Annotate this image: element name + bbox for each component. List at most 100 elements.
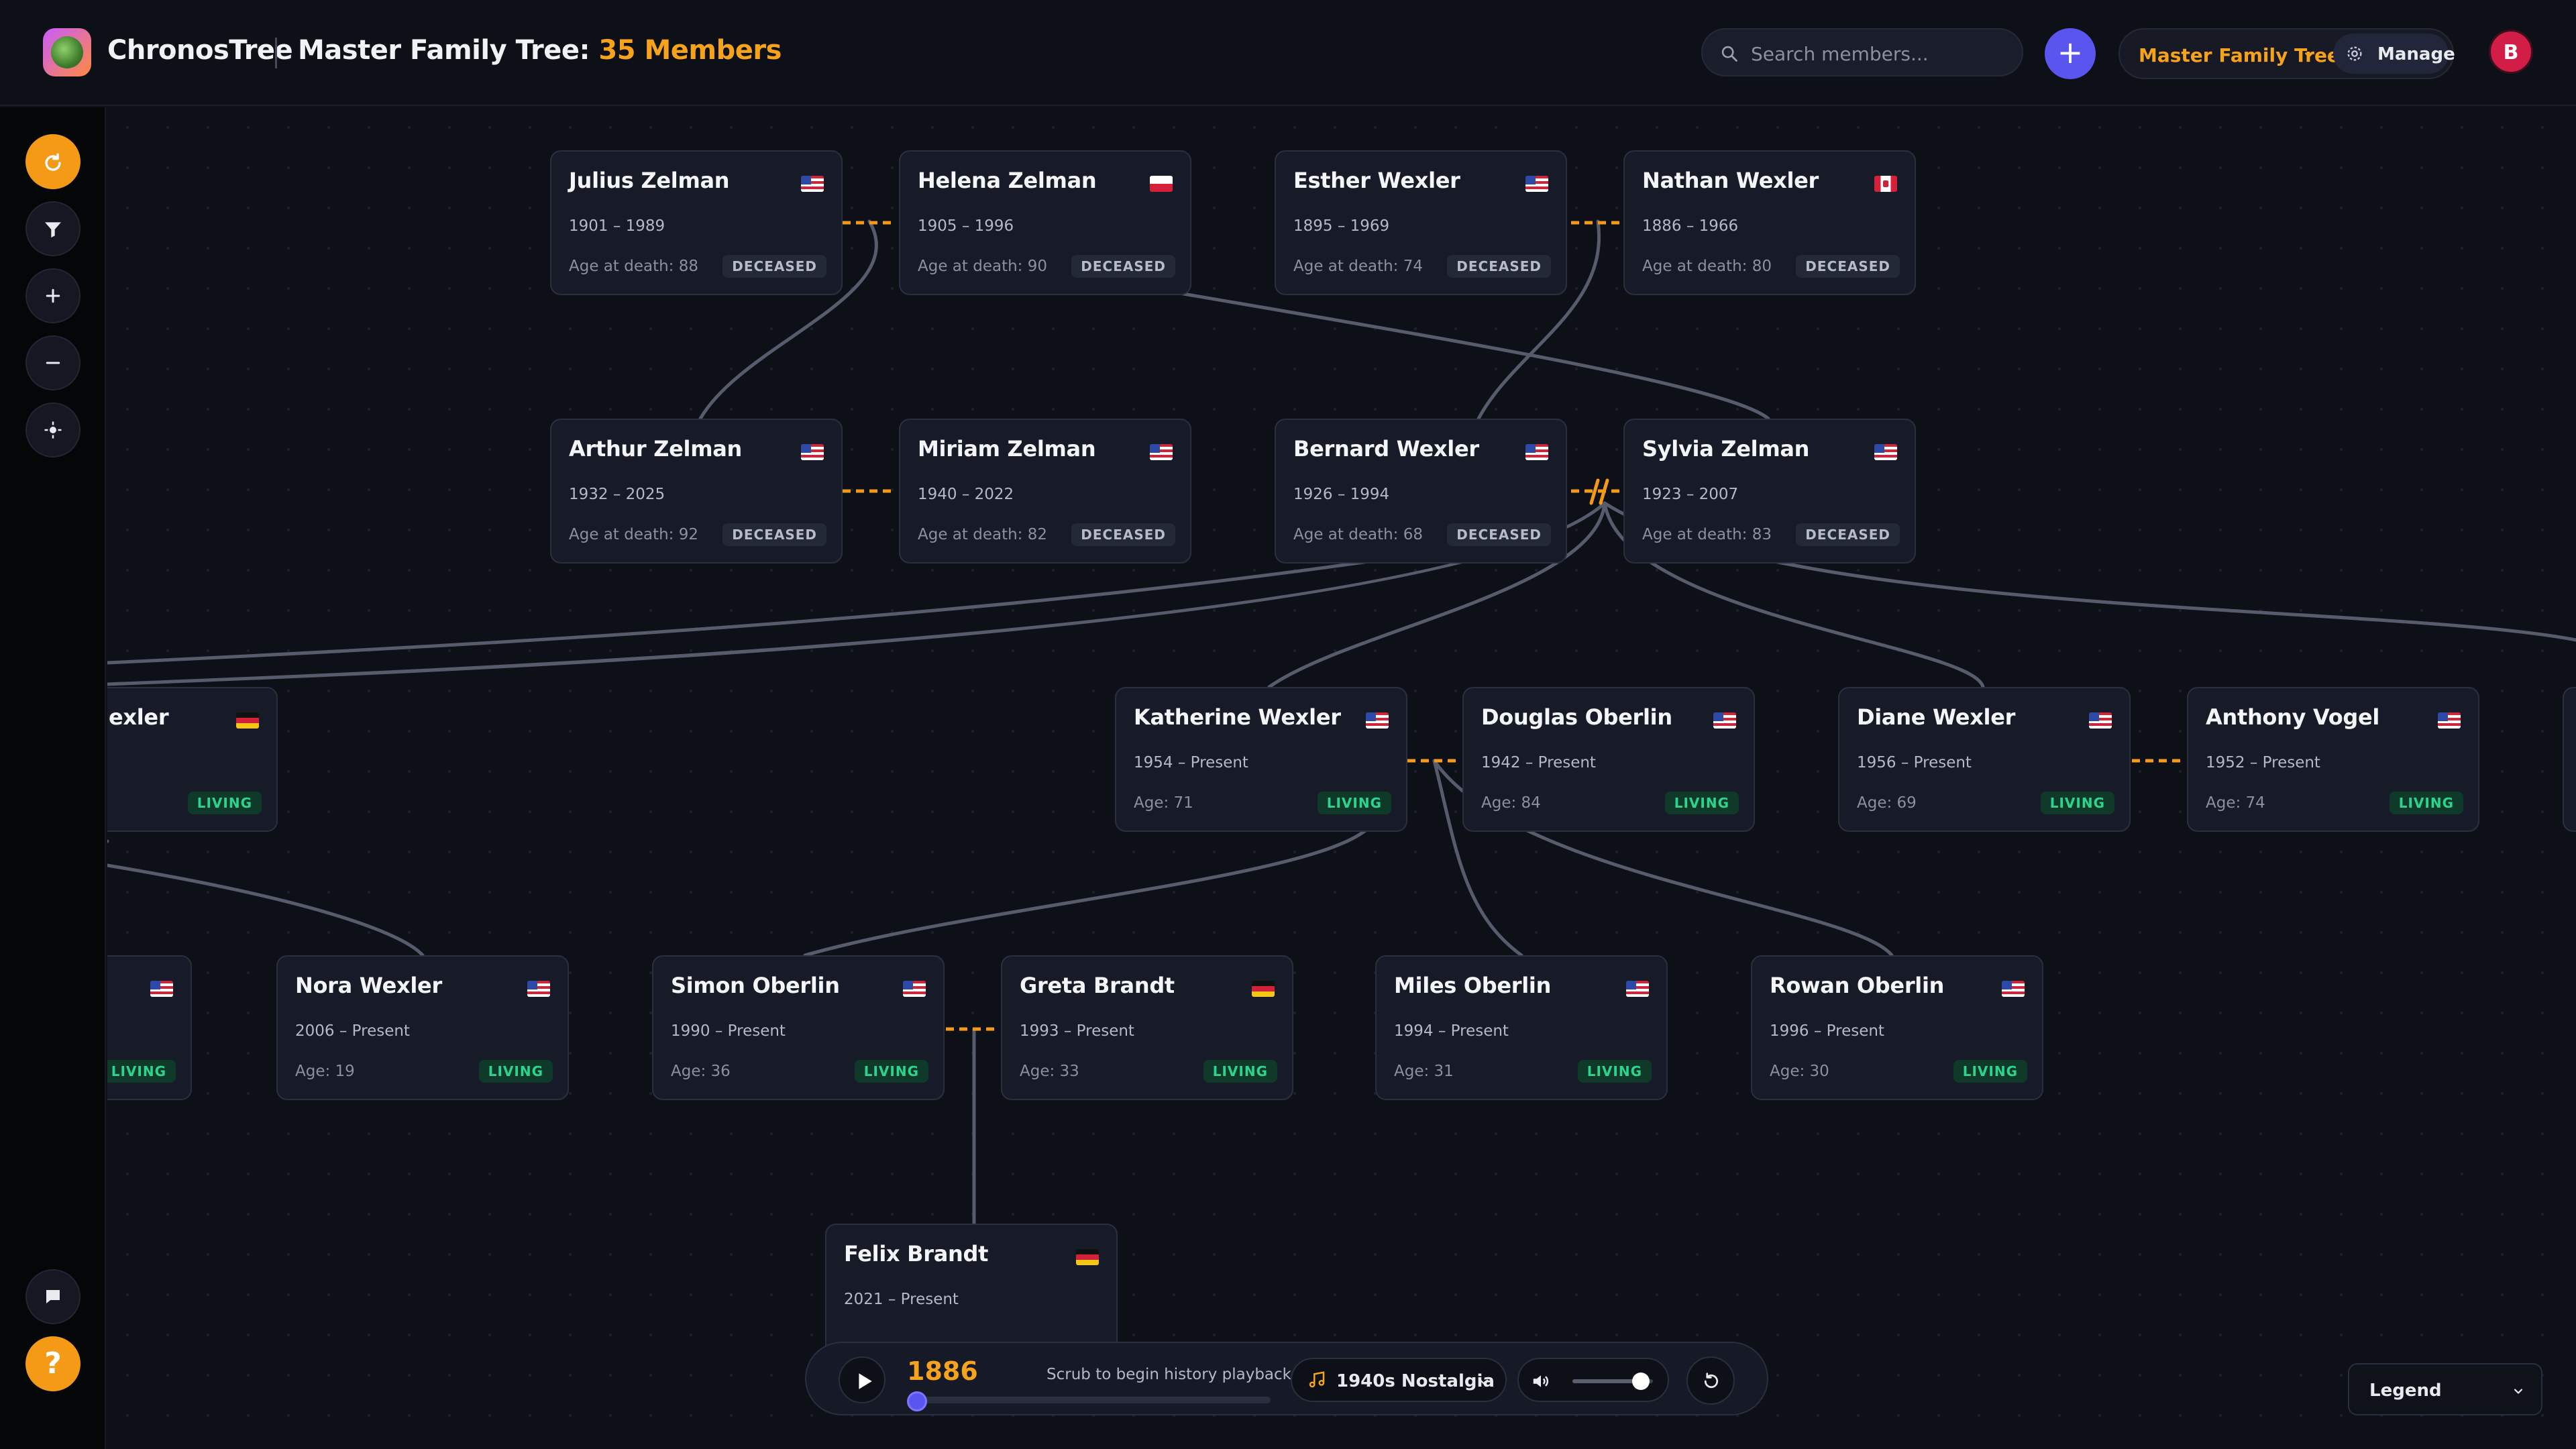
flag-us-icon: [1874, 444, 1897, 460]
member-years: 1901 – 1989: [569, 217, 665, 235]
history-playback-bar: 1886 Scrub to begin history playback 194…: [805, 1342, 1768, 1415]
current-year: 1886: [907, 1356, 978, 1386]
flag-us-icon: [2438, 712, 2461, 729]
status-badge: DECEASED: [722, 523, 826, 546]
zoom-in-button[interactable]: [25, 268, 80, 323]
member-card[interactable]: Esther Wexler 1895 – 1969 Age at death: …: [1275, 150, 1567, 295]
help-button[interactable]: ?: [25, 1336, 80, 1391]
flag-us-icon: [1626, 981, 1649, 997]
status-badge: LIVING: [2040, 792, 2114, 814]
member-card[interactable]: Anthony Vogel 1952 – Present Age: 74 LIV…: [2187, 687, 2479, 832]
legend-toggle[interactable]: Legend: [2348, 1363, 2542, 1415]
member-card[interactable]: Nora Wexler 2006 – Present Age: 19 LIVIN…: [276, 955, 569, 1100]
status-badge: LIVING: [187, 792, 262, 814]
flag-us-icon: [903, 981, 926, 997]
filter-icon: [45, 222, 61, 237]
plus-icon: [46, 288, 60, 303]
member-name: Miles Oberlin: [1394, 973, 1552, 998]
member-age: Age: 74: [2206, 794, 2265, 812]
tree-selector[interactable]: Master Family Tree Manage: [2118, 28, 2455, 79]
chevron-down-icon: [2514, 1389, 2523, 1394]
status-badge: LIVING: [1203, 1060, 1277, 1083]
member-age: Age: 36: [671, 1063, 731, 1080]
flag-de-icon: [236, 712, 259, 729]
user-avatar[interactable]: B: [2489, 30, 2533, 74]
member-card[interactable]: Miles Oberlin 1994 – Present Age: 31 LIV…: [1375, 955, 1668, 1100]
member-card[interactable]: Miriam Zelman 1940 – 2022 Age at death: …: [899, 419, 1191, 564]
scrub-hint: Scrub to begin history playback: [1046, 1366, 1291, 1383]
member-years: 1994 – Present: [1394, 1022, 1509, 1040]
parent-child-link: [803, 826, 1371, 957]
member-years: 1940 – 2022: [918, 486, 1014, 503]
member-card[interactable]: Nathan Wexler 1886 – 1966 Age at death: …: [1623, 150, 1916, 295]
speaker-icon[interactable]: [1531, 1371, 1551, 1391]
refresh-button[interactable]: [25, 134, 80, 189]
flag-us-icon: [2089, 712, 2112, 729]
volume-knob[interactable]: [1632, 1373, 1650, 1390]
member-card[interactable]: Julius Zelman 1901 – 1989 Age at death: …: [550, 150, 843, 295]
filter-button[interactable]: [25, 201, 80, 256]
member-card[interactable]: Diane Wexler 1956 – Present Age: 69 LIVI…: [1838, 687, 2131, 832]
timeline-scrubber[interactable]: [912, 1397, 1271, 1403]
member-years: 1905 – 1996: [918, 217, 1014, 235]
music-selector[interactable]: 1940s Nostalgia: [1291, 1358, 1507, 1402]
parent-child-link: [107, 863, 425, 957]
member-age: Age at death: 88: [569, 258, 698, 275]
status-badge: LIVING: [1317, 792, 1391, 814]
chat-icon: [46, 1290, 60, 1303]
member-card[interactable]: Bernard Wexler 1926 – 1994 Age at death:…: [1275, 419, 1567, 564]
recenter-button[interactable]: [25, 402, 80, 458]
zoom-out-button[interactable]: [25, 335, 80, 390]
member-years: 2006 – Present: [295, 1022, 410, 1040]
search-box[interactable]: [1701, 28, 2023, 76]
member-name: Anthony Vogel: [2206, 704, 2380, 730]
member-years: 1952 – Present: [2206, 754, 2320, 771]
member-age: Age at death: 80: [1642, 258, 1772, 275]
member-card[interactable]: Simon Oberlin 1990 – Present Age: 36 LIV…: [652, 955, 945, 1100]
chevron-down-icon: [2304, 52, 2314, 58]
status-badge: DECEASED: [1796, 523, 1900, 546]
search-icon: [1721, 46, 1737, 62]
tool-sidebar: ?: [0, 107, 106, 1449]
manage-button[interactable]: Manage: [2333, 34, 2455, 74]
member-card[interactable]: Douglas Oberlin 1942 – Present Age: 84 L…: [1462, 687, 1755, 832]
app-logo[interactable]: [43, 28, 91, 76]
play-button[interactable]: [839, 1356, 885, 1403]
member-card[interactable]: Arthur Zelman 1932 – 2025 Age at death: …: [550, 419, 843, 564]
member-years: 1923 – 2007: [1642, 486, 1739, 503]
scrubber-handle[interactable]: [907, 1391, 927, 1411]
member-years: 1956 – Present: [1857, 754, 1972, 771]
member-name: Julius Zelman: [569, 168, 730, 193]
tree-globe-icon: [51, 36, 83, 68]
member-name: exler: [109, 704, 169, 730]
status-badge: DECEASED: [1796, 255, 1900, 278]
help-icon: ?: [44, 1346, 62, 1381]
member-card[interactable]: Rowan Oberlin 1996 – Present Age: 30 LIV…: [1751, 955, 2043, 1100]
member-age: Age: 69: [1857, 794, 1917, 812]
volume-control: [1517, 1358, 1669, 1402]
member-card[interactable]: Katherine Wexler 1954 – Present Age: 71 …: [1115, 687, 1407, 832]
tree-canvas[interactable]: Julius Zelman 1901 – 1989 Age at death: …: [107, 107, 2576, 1449]
member-card-partial[interactable]: [2563, 687, 2576, 832]
member-card[interactable]: exler LIVING: [107, 687, 278, 832]
top-header: ChronosTree Master Family Tree: 35 Membe…: [0, 0, 2576, 106]
member-card[interactable]: Sylvia Zelman 1923 – 2007 Age at death: …: [1623, 419, 1916, 564]
member-name: Miriam Zelman: [918, 436, 1096, 462]
chat-button[interactable]: [25, 1269, 80, 1324]
member-age: Age: 71: [1134, 794, 1193, 812]
member-card[interactable]: Helena Zelman 1905 – 1996 Age at death: …: [899, 150, 1191, 295]
member-name: Sylvia Zelman: [1642, 436, 1810, 462]
refresh-icon: [45, 153, 61, 171]
member-years: 1886 – 1966: [1642, 217, 1739, 235]
add-member-button[interactable]: +: [2045, 28, 2096, 79]
status-badge: LIVING: [107, 1060, 176, 1083]
member-card[interactable]: LIVING: [107, 955, 192, 1100]
member-age: Age at death: 83: [1642, 526, 1772, 543]
member-age: Age: 19: [295, 1063, 355, 1080]
member-card[interactable]: Greta Brandt 1993 – Present Age: 33 LIVI…: [1001, 955, 1293, 1100]
search-input[interactable]: [1751, 39, 2006, 68]
reset-playback-button[interactable]: [1686, 1356, 1735, 1405]
member-name: Arthur Zelman: [569, 436, 743, 462]
flag-pl-icon: [1150, 176, 1173, 192]
member-name: Esther Wexler: [1293, 168, 1460, 193]
